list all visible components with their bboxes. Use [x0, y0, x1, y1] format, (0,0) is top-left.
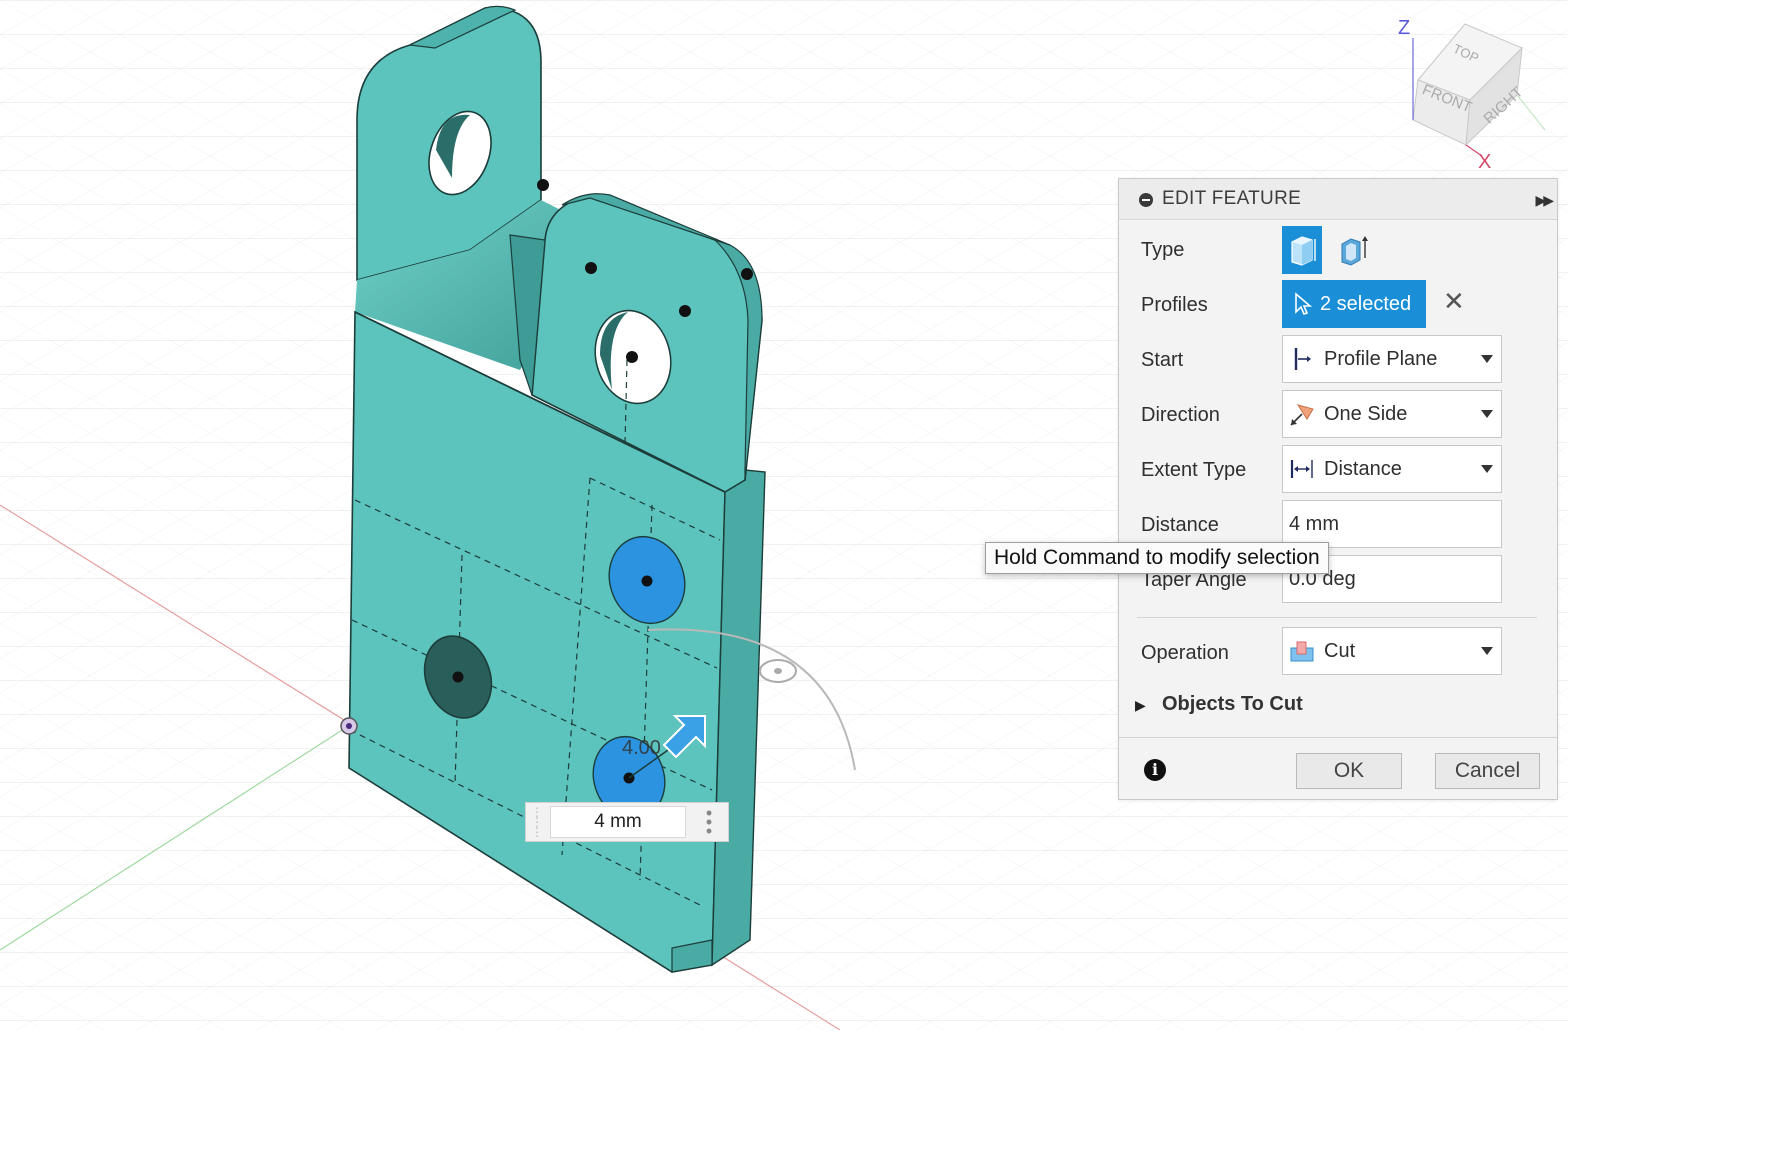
profiles-select-button[interactable]: 2 selected	[1282, 280, 1426, 328]
distance-inline-input[interactable]	[550, 806, 686, 838]
distance-input-popup: ⋮⋮⋮ •••	[525, 802, 729, 842]
expand-panel-icon[interactable]: ▶▶	[1535, 192, 1553, 209]
start-dropdown[interactable]: Profile Plane	[1282, 335, 1502, 383]
axis-x-label: X	[1478, 151, 1491, 173]
start-value: Profile Plane	[1324, 348, 1438, 370]
dimension-label: 4.00	[622, 737, 661, 759]
profiles-label: Profiles	[1141, 294, 1208, 316]
footer-divider	[1119, 737, 1557, 738]
operation-value: Cut	[1324, 640, 1356, 662]
direction-dropdown[interactable]: One Side	[1282, 390, 1502, 438]
panel-header[interactable]: EDIT FEATURE ▶▶	[1119, 179, 1557, 220]
start-label: Start	[1141, 349, 1184, 371]
type-thin-extrude-button[interactable]	[1334, 226, 1374, 274]
type-label: Type	[1141, 239, 1185, 261]
chevron-down-icon	[1481, 647, 1493, 655]
select-cursor-icon	[1295, 292, 1312, 315]
cancel-button[interactable]: Cancel	[1435, 753, 1540, 789]
extent-type-dropdown[interactable]: Distance	[1282, 445, 1502, 493]
chevron-down-icon	[1481, 465, 1493, 473]
distance-field[interactable]: 4 mm	[1282, 500, 1502, 548]
chevron-down-icon	[1481, 410, 1493, 418]
panel-title: EDIT FEATURE	[1162, 188, 1302, 209]
distance-label: Distance	[1141, 514, 1219, 536]
operation-dropdown[interactable]: Cut	[1282, 627, 1502, 675]
extrude-icon	[1291, 236, 1316, 266]
selection-tooltip: Hold Command to modify selection	[985, 542, 1329, 574]
cut-icon	[1290, 641, 1314, 662]
profile-plane-icon	[1294, 348, 1311, 370]
axis-z-label: Z	[1398, 17, 1410, 39]
direction-value: One Side	[1324, 403, 1408, 425]
ok-button[interactable]: OK	[1296, 753, 1402, 789]
direction-label: Direction	[1141, 404, 1220, 426]
objects-to-cut-toggle[interactable]: Objects To Cut	[1162, 693, 1303, 716]
extent-type-value: Distance	[1324, 458, 1402, 480]
divider	[1137, 617, 1537, 618]
extent-type-label: Extent Type	[1141, 459, 1247, 481]
edit-feature-panel: EDIT FEATURE ▶▶ Type Profiles 2 selected…	[1118, 178, 1558, 800]
type-extrude-button[interactable]	[1282, 226, 1322, 274]
expand-triangle-icon[interactable]: ▶	[1135, 697, 1146, 714]
chevron-down-icon	[1481, 355, 1493, 363]
thin-extrude-icon	[1341, 236, 1368, 266]
info-icon[interactable]: i	[1144, 759, 1166, 781]
drag-grip-icon[interactable]: ⋮ ⋮ ⋮	[530, 806, 544, 838]
collapse-icon[interactable]	[1139, 193, 1153, 207]
more-options-icon[interactable]: • • •	[702, 804, 716, 840]
clear-selection-icon[interactable]: ✕	[1443, 288, 1465, 314]
rotate-handle[interactable]	[759, 659, 797, 683]
distance-icon	[1290, 460, 1313, 478]
profiles-count: 2 selected	[1320, 293, 1412, 315]
operation-label: Operation	[1141, 642, 1229, 664]
one-side-icon	[1290, 404, 1314, 426]
